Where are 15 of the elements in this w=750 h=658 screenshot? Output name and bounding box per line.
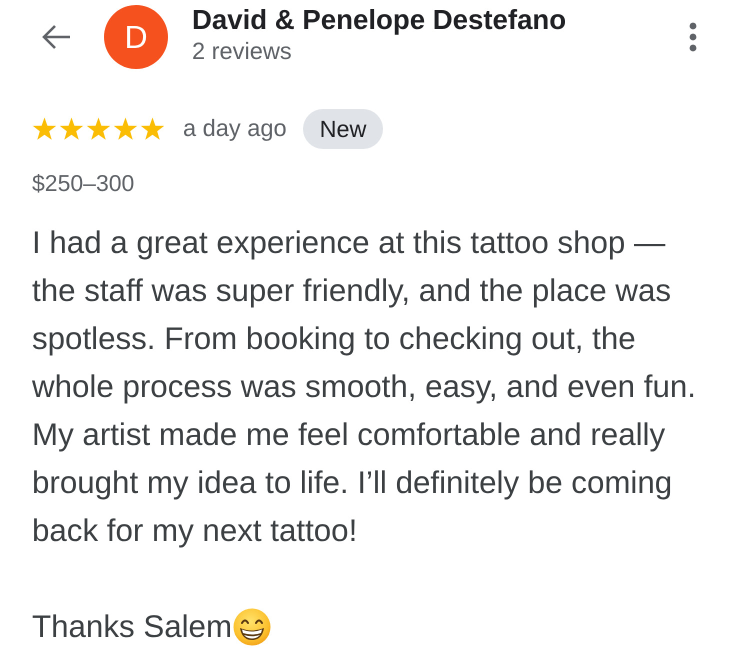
closing-text: Thanks Salem	[32, 608, 232, 646]
star-icon	[32, 117, 57, 141]
new-badge: New	[302, 109, 384, 149]
avatar: D	[104, 5, 168, 69]
star-icon	[86, 117, 111, 141]
reviewer-name: David & Penelope Destefano	[192, 4, 566, 36]
price-range: $250–300	[32, 169, 134, 197]
star-icon	[113, 117, 138, 141]
grinning-face-icon	[233, 608, 272, 646]
review-text: I had a great experience at this tattoo shop — the staff was super friendly, and the place was spotless. From booking to checking out, the whole process was smooth, easy, and even fun. My artist made me feel comfortable and really brought my idea to life. I’ll definitely be coming back for my next tattoo!	[32, 224, 697, 550]
more-vertical-icon	[689, 22, 697, 52]
star-icon	[59, 117, 84, 141]
star-icon	[140, 117, 165, 141]
review-time: a day ago	[183, 116, 287, 142]
review-count: 2 reviews	[192, 38, 292, 66]
